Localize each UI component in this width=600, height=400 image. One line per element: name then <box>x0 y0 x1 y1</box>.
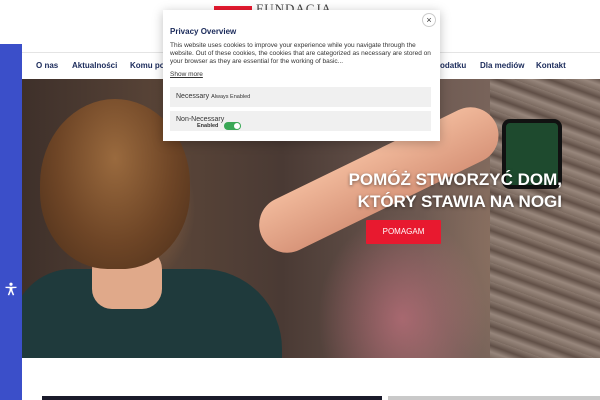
toggle-state-label: Enabled <box>197 123 219 129</box>
hero-heading: POMÓŻ STWORZYĆ DOM, KTÓRY STAWIA NA NOGI <box>262 169 562 213</box>
cookie-category-non-necessary[interactable]: Non-Necessary Enabled <box>170 111 431 131</box>
hero-heading-line1: POMÓŻ STWORZYĆ DOM, <box>348 170 562 189</box>
nav-item-dla-mediow[interactable]: Dla mediów <box>480 61 524 70</box>
nav-item-podatku[interactable]: odatku <box>440 61 466 70</box>
toggle-knob <box>234 123 240 129</box>
hero-heading-line2: KTÓRY STAWIA NA NOGI <box>357 192 562 211</box>
donate-button[interactable]: POMAGAM <box>366 220 441 244</box>
content-card-dark <box>42 396 382 400</box>
cookie-modal: × Privacy Overview This website uses coo… <box>163 10 440 141</box>
nav-item-o-nas[interactable]: O nas <box>36 61 58 70</box>
non-necessary-toggle[interactable] <box>224 122 241 130</box>
content-card-grey <box>388 396 600 400</box>
necessary-label: Necessary <box>176 93 210 100</box>
cookie-modal-title: Privacy Overview <box>170 27 237 36</box>
non-necessary-label: Non-Necessary <box>176 116 225 123</box>
nav-item-aktualnosci[interactable]: Aktualności <box>72 61 117 70</box>
accessibility-sidebar <box>0 44 22 400</box>
necessary-label-wrap: Necessary Always Enabled <box>176 93 250 100</box>
accessibility-icon[interactable] <box>2 280 20 298</box>
nav-item-kontakt[interactable]: Kontakt <box>536 61 566 70</box>
necessary-status: Always Enabled <box>211 94 251 100</box>
page: FUNDACJA O nas Aktualności Komu po odatk… <box>0 0 600 400</box>
close-icon[interactable]: × <box>422 13 436 27</box>
cookie-modal-description: This website uses cookies to improve you… <box>170 42 431 65</box>
nav-item-komu-pomagamy[interactable]: Komu po <box>130 61 165 70</box>
cookie-category-necessary[interactable]: Necessary Always Enabled <box>170 87 431 107</box>
show-more-link[interactable]: Show more <box>170 71 203 78</box>
